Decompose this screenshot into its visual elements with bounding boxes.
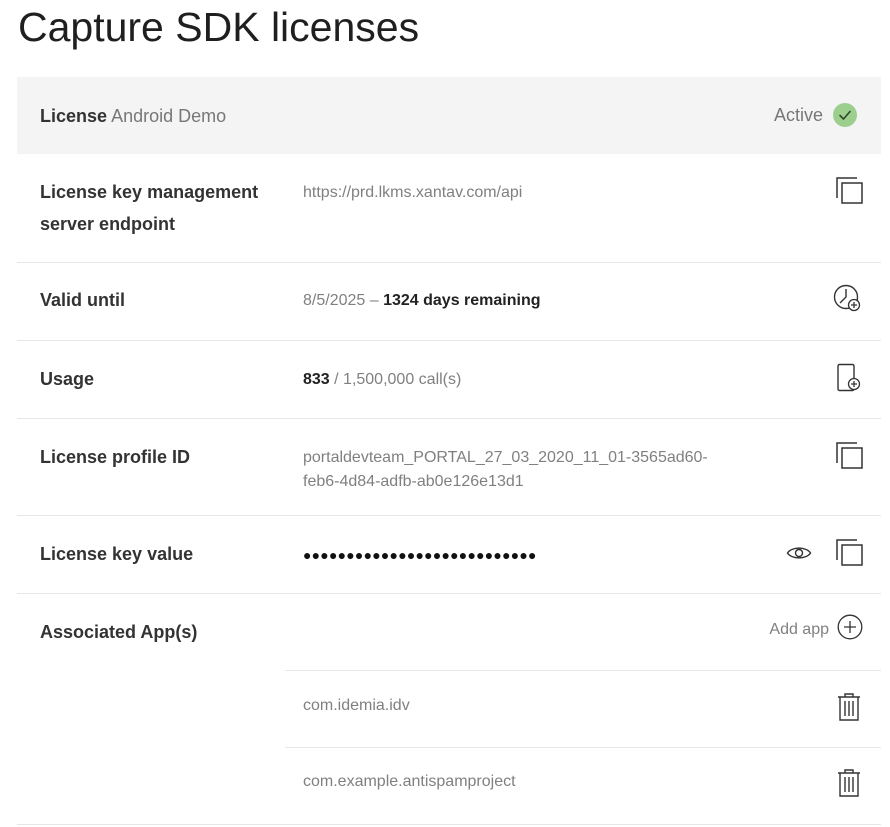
- usage-label: Usage: [40, 369, 95, 389]
- copy-icon[interactable]: [835, 441, 865, 471]
- profile-id-line2: feb6-4d84-adfb-ab0e126e13d1: [303, 473, 524, 490]
- license-status: Active: [774, 103, 857, 127]
- valid-until-date: 8/5/2025: [303, 292, 366, 309]
- endpoint-row: License key management server endpoint h…: [17, 154, 881, 263]
- usage-row: Usage 833 / 1,500,000 call(s): [17, 341, 881, 419]
- copy-icon[interactable]: [835, 176, 865, 206]
- associated-apps-row: Associated App(s) Add app com.idemia.idv: [17, 594, 881, 825]
- endpoint-label-line2: server endpoint: [40, 214, 176, 234]
- device-add-icon[interactable]: [833, 363, 863, 393]
- check-icon: [833, 103, 857, 127]
- add-app-label: Add app: [769, 620, 829, 638]
- license-title: License Android Demo: [40, 105, 226, 127]
- valid-until-row: Valid until 8/5/2025 – 1324 days remaini…: [17, 263, 881, 341]
- usage-total: / 1,500,000 call(s): [329, 371, 462, 388]
- profile-id-line1: portaldevteam_PORTAL_27_03_2020_11_01-35…: [303, 449, 708, 466]
- copy-icon[interactable]: [835, 538, 865, 568]
- key-value-row: License key value ●●●●●●●●●●●●●●●●●●●●●●…: [17, 516, 881, 594]
- key-value-masked: ●●●●●●●●●●●●●●●●●●●●●●●●●●●: [303, 547, 537, 563]
- associated-apps-label: Associated App(s): [40, 622, 198, 642]
- license-label: License: [40, 106, 108, 126]
- status-text: Active: [773, 105, 823, 125]
- trash-icon[interactable]: [834, 768, 864, 798]
- clock-add-icon[interactable]: [833, 284, 863, 314]
- license-card: License Android Demo Active License key …: [17, 77, 881, 825]
- page-title: Capture SDK licenses: [18, 4, 420, 50]
- license-header: License Android Demo Active: [17, 77, 881, 154]
- valid-until-separator: –: [365, 292, 384, 309]
- plus-circle-icon: [837, 614, 863, 645]
- trash-icon[interactable]: [834, 692, 864, 722]
- profile-id-value: portaldevteam_PORTAL_27_03_2020_11_01-35…: [303, 446, 708, 494]
- add-app-button[interactable]: Add app: [769, 614, 863, 645]
- profile-id-row: License profile ID portaldevteam_PORTAL_…: [17, 419, 881, 516]
- app-item: com.idemia.idv: [285, 670, 881, 747]
- endpoint-label: License key management server endpoint: [40, 176, 258, 240]
- valid-until-value: 8/5/2025 – 1324 days remaining: [303, 289, 541, 313]
- app-name: com.idemia.idv: [303, 697, 410, 714]
- usage-value: 833 / 1,500,000 call(s): [303, 368, 461, 392]
- usage-used: 833: [303, 371, 330, 388]
- app-name: com.example.antispamproject: [303, 773, 516, 790]
- eye-icon[interactable]: [784, 538, 814, 568]
- license-name: Android Demo: [111, 106, 227, 126]
- key-value-label: License key value: [40, 544, 194, 564]
- endpoint-label-line1: License key management: [40, 182, 259, 202]
- profile-id-label: License profile ID: [40, 447, 191, 467]
- endpoint-value: https://prd.lkms.xantav.com/api: [303, 184, 523, 201]
- valid-until-label: Valid until: [40, 290, 126, 310]
- days-remaining: 1324 days remaining: [383, 292, 541, 309]
- app-item: com.example.antispamproject: [285, 747, 881, 824]
